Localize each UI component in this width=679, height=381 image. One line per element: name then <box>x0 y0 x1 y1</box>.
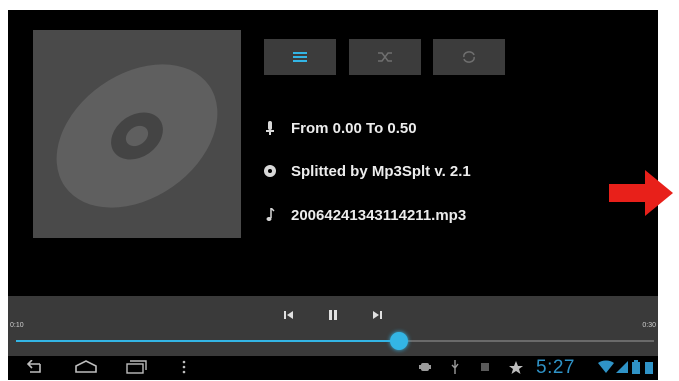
shuffle-button[interactable] <box>349 39 421 75</box>
disc-icon <box>260 164 280 178</box>
total-duration: 0:30 <box>642 322 656 329</box>
info-row-album: Splitted by Mp3Splt v. 2.1 <box>260 159 471 183</box>
recent-apps-icon[interactable] <box>126 360 148 374</box>
system-clock: 5:27 <box>536 357 575 378</box>
playlist-icon <box>293 52 307 62</box>
filename-text: 20064241343114211.mp3 <box>291 206 467 224</box>
comment-text: From 0.00 To 0.50 <box>291 119 417 137</box>
system-navigation-bar: 5:27 <box>8 356 658 380</box>
wifi-icon <box>598 360 614 373</box>
menu-icon[interactable] <box>182 360 186 374</box>
music-note-icon <box>260 208 280 222</box>
album-text: Splitted by Mp3Splt v. 2.1 <box>291 162 471 180</box>
repeat-icon <box>463 51 475 63</box>
usb-icon <box>451 360 459 374</box>
pause-button[interactable] <box>326 308 340 320</box>
playlist-button[interactable] <box>264 39 336 75</box>
device-screen: From 0.00 To 0.50 Splitted by Mp3Splt v.… <box>8 10 658 380</box>
player-controls-bar: 0:10 0:30 <box>8 296 658 356</box>
seek-thumb[interactable] <box>389 332 408 350</box>
skip-previous-icon <box>284 311 293 319</box>
back-icon[interactable] <box>24 360 44 374</box>
battery-icon <box>632 360 640 374</box>
star-icon <box>509 361 523 374</box>
microphone-icon <box>260 121 280 135</box>
elapsed-time: 0:10 <box>10 322 24 329</box>
previous-button[interactable] <box>282 308 296 320</box>
info-row-filename: 20064241343114211.mp3 <box>260 203 466 227</box>
battery-level-icon <box>645 362 653 374</box>
info-row-comment: From 0.00 To 0.50 <box>260 116 417 140</box>
seek-progress <box>16 340 399 342</box>
pause-icon <box>329 310 337 320</box>
album-art <box>33 30 241 238</box>
home-icon[interactable] <box>74 360 98 374</box>
cd-disc-icon <box>56 64 218 208</box>
red-arrow-icon <box>609 170 673 216</box>
notification-icon <box>481 363 489 371</box>
repeat-button[interactable] <box>433 39 505 75</box>
signal-icon <box>616 361 628 373</box>
seek-bar[interactable] <box>16 332 654 350</box>
next-button[interactable] <box>370 308 384 320</box>
shuffle-icon <box>378 52 392 62</box>
skip-next-icon <box>373 311 382 319</box>
android-debug-icon <box>419 363 431 371</box>
